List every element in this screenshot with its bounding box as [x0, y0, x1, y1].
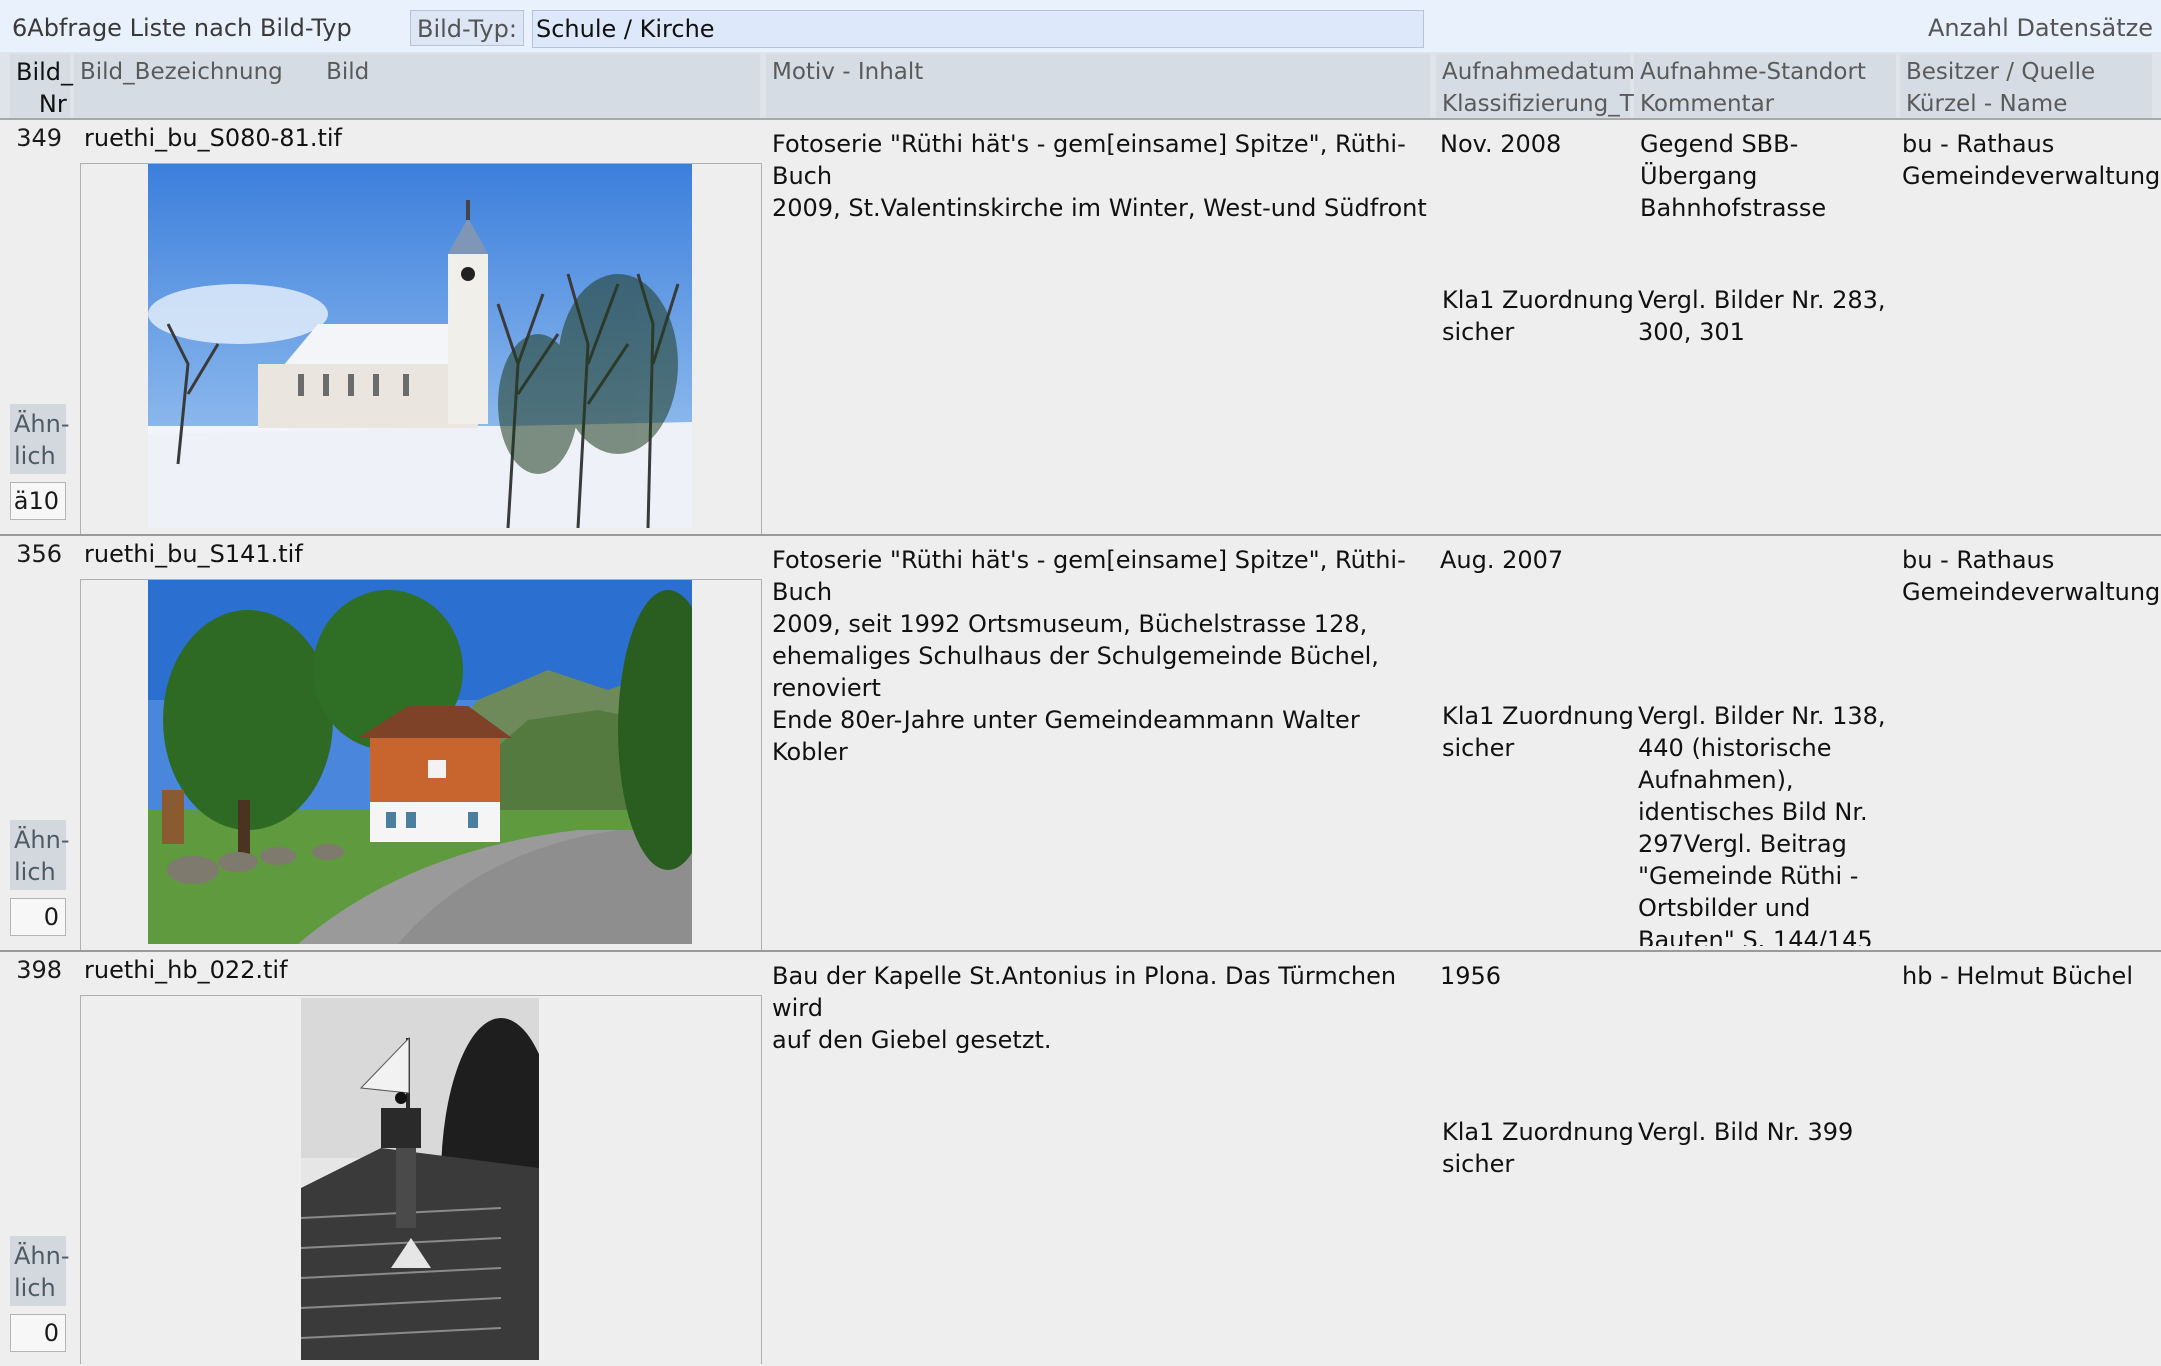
filter-label: Bild-Typ: [410, 10, 524, 46]
photo-schoolhouse-summer[interactable] [148, 580, 718, 944]
photo-church-winter[interactable] [148, 164, 692, 529]
record-nr: 356 [16, 540, 62, 568]
record-count-label: Anzahl Datensätze [1928, 14, 2153, 42]
header-bezeichnung-bild: Bild_Bezeichnung Bild [74, 54, 760, 118]
header-motiv: Motiv - Inhalt [766, 54, 1430, 118]
record-aufnahmedatum: Aug. 2007 [1440, 546, 1564, 574]
header-bezeichnung: Bild_Bezeichnung [80, 59, 283, 85]
header-bild: Bild [326, 59, 370, 85]
aehnlich-label: Ähn- lich [10, 820, 70, 890]
record-bezeichnung[interactable]: ruethi_hb_022.tif [84, 954, 288, 986]
record-klassifizierung: Kla1 Zuordnung sicher [1442, 286, 1634, 346]
header-besitzer: Besitzer / Quelle Kürzel - Name [1900, 54, 2152, 118]
record-motiv: Fotoserie "Rüthi hät's - gem[einsame] Sp… [772, 546, 1406, 766]
record-besitzer: hb - Helmut Büchel [1902, 962, 2133, 990]
header-bild-nr: Bild_ Nr [10, 54, 73, 118]
record-aufnahmedatum: 1956 [1440, 962, 1502, 990]
bild-typ-filter-field[interactable]: Schule / Kirche [532, 10, 1424, 48]
record-nr: 398 [16, 956, 62, 984]
photo-chapel-construction-bw[interactable] [300, 998, 561, 1360]
record-motiv: Fotoserie "Rüthi hät's - gem[einsame] Sp… [772, 130, 1427, 222]
record-klassifizierung: Kla1 Zuordnung sicher [1442, 702, 1634, 762]
record-besitzer: bu - Rathaus Gemeindeverwaltung [1902, 130, 2161, 190]
record-bezeichnung[interactable]: ruethi_bu_S141.tif [84, 538, 303, 570]
record-klassifizierung: Kla1 Zuordnung sicher [1442, 1118, 1634, 1178]
record-bezeichnung[interactable]: ruethi_bu_S080-81.tif [84, 122, 342, 154]
aehnlich-field[interactable]: 0 [10, 898, 66, 936]
aehnlich-label: Ähn- lich [10, 404, 70, 474]
record-standort: Gegend SBB- Übergang Bahnhofstrasse [1640, 130, 1827, 222]
aehnlich-field[interactable]: 0 [10, 1314, 66, 1352]
record-kommentar: Vergl. Bilder Nr. 138, 440 (historische … [1638, 702, 1886, 946]
form-title: 6Abfrage Liste nach Bild-Typ [12, 14, 352, 42]
aehnlich-field[interactable]: ä10 [10, 482, 66, 520]
record-besitzer: bu - Rathaus Gemeindeverwaltung [1902, 546, 2161, 606]
header-aufnahmedatum: Aufnahmedatum Klassifizierung_T [1436, 54, 1635, 118]
record-kommentar: Vergl. Bilder Nr. 283, 300, 301 [1638, 286, 1886, 346]
record-nr: 349 [16, 124, 62, 152]
record-kommentar: Vergl. Bild Nr. 399 [1638, 1118, 1854, 1146]
header-standort: Aufnahme-Standort Kommentar [1634, 54, 1896, 118]
aehnlich-label: Ähn- lich [10, 1236, 70, 1306]
record-motiv: Bau der Kapelle St.Antonius in Plona. Da… [772, 962, 1397, 1054]
record-aufnahmedatum: Nov. 2008 [1440, 130, 1562, 158]
